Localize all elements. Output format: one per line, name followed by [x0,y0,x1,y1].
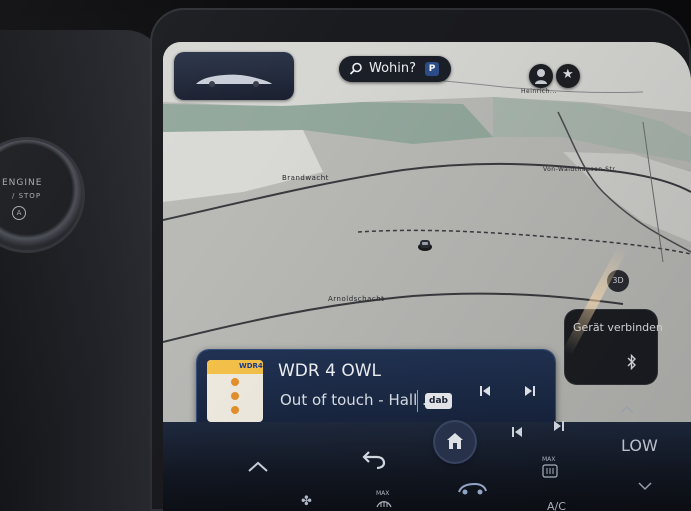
ac-button[interactable]: A/C [547,500,566,511]
hard-previous-button[interactable] [507,422,527,442]
max-defrost-front-button[interactable]: MAX [373,490,395,510]
skip-next-icon [554,421,564,431]
wdr-logo: WDR4 [239,362,263,370]
dashboard-panel [0,30,165,511]
hard-next-button[interactable] [549,416,569,436]
artwork-dot [231,406,239,414]
chevron-down-icon [638,482,652,491]
voice-assistant-button[interactable] [529,64,553,88]
max-rear-label: MAX [542,456,556,463]
engine-button-label: ENGINE [2,178,43,188]
chevron-up-icon [620,405,634,414]
station-name: WDR 4 OWL [278,361,381,381]
destination-search-input[interactable]: Wohin? P [339,56,451,82]
dab-source-badge: dab [425,393,452,409]
rear-defrost-icon [542,464,558,478]
front-defrost-icon [376,501,392,508]
star-icon: ★ [562,67,574,82]
map-label-heinrich: Heinrich... [521,88,558,95]
previous-track-button[interactable] [472,378,498,404]
artwork-dot [231,392,239,400]
person-icon [535,69,547,84]
parking-icon: P [425,62,439,76]
temperature-down-button[interactable] [633,478,657,492]
search-icon [349,62,362,75]
temperature-display: LOW [621,436,658,455]
chevron-up-icon [248,461,268,472]
skip-previous-icon [512,427,522,437]
map-label-arnoldschacht: Arnoldschacht [328,295,385,303]
view-mode-label: 3D [612,276,624,285]
air-recirculation-button[interactable] [455,478,489,496]
back-button[interactable] [359,446,389,470]
skip-previous-icon [480,386,490,396]
fan-button[interactable]: ✤ [295,494,323,511]
car-silhouette-icon [196,74,272,87]
scroll-up-button[interactable] [243,457,273,477]
artwork-dot [231,378,239,386]
home-icon [447,433,463,449]
connect-device-label: Gerät verbinden [573,321,663,334]
search-placeholder: Wohin? [369,61,417,76]
map-label-road: Von-Waldthausen-Str. [543,166,618,173]
temperature-up-button[interactable] [615,402,639,416]
favorites-button[interactable]: ★ [556,64,580,88]
max-defrost-rear-button[interactable]: MAX [539,456,561,480]
next-track-button[interactable] [517,378,543,404]
connect-device-card[interactable]: Gerät verbinden [565,310,663,384]
bluetooth-icon [627,354,636,370]
skip-next-icon [525,386,535,396]
fan-icon: ✤ [301,494,312,509]
track-title: Out of touch - Hall ... [280,391,437,409]
back-arrow-icon [362,451,386,470]
auto-stop-icon: A [12,206,26,220]
vehicle-status-tile[interactable] [174,52,294,100]
home-button[interactable] [435,422,475,462]
map-label-brandwacht: Brandwacht [282,174,329,182]
media-divider [417,390,418,412]
map-view-3d-button[interactable]: 3D [607,270,629,292]
station-artwork: WDR4 [207,360,263,422]
max-defrost-label: MAX [376,490,390,497]
recirculation-icon [458,482,487,495]
engine-button-sublabel: / STOP [12,192,42,200]
infotainment-screen: Brandwacht Arnoldschacht Heinrich... Von… [163,42,691,511]
